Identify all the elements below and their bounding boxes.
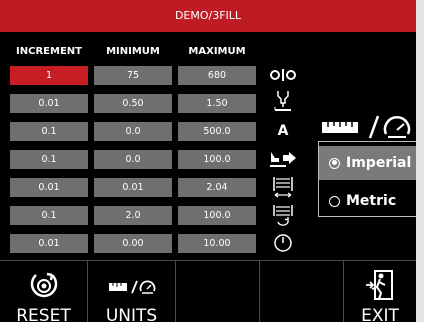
minimum-cell[interactable]: 75	[94, 66, 172, 85]
maximum-cell[interactable]: 100.0	[178, 206, 256, 225]
page-title: DEMO/3FILL	[174, 9, 242, 22]
maximum-cell[interactable]: 500.0	[178, 122, 256, 141]
increment-cell[interactable]: 1	[10, 66, 88, 85]
increment-cell[interactable]: 0.1	[10, 122, 88, 141]
torch-height-icon	[266, 90, 300, 112]
minimum-column-header: MINIMUM	[106, 46, 160, 57]
reset-label: RESET	[16, 306, 71, 322]
unit-selector: Imperial Metric	[318, 141, 416, 217]
exit-door-icon	[344, 269, 416, 301]
maximum-cell[interactable]: 10.00	[178, 234, 256, 253]
reset-icon	[0, 269, 87, 299]
metric-label: Metric	[346, 193, 397, 209]
maximum-column-header: MAXIMUM	[188, 46, 246, 57]
ruler-gauge-icon	[88, 279, 175, 295]
units-button[interactable]: UNITS	[88, 261, 176, 322]
increment-column-header: INCREMENT	[16, 46, 82, 57]
travel-speed-icon	[266, 148, 300, 170]
maximum-cell[interactable]: 100.0	[178, 150, 256, 169]
increment-cell[interactable]: 0.01	[10, 178, 88, 197]
increment-cell[interactable]: 0.01	[10, 94, 88, 113]
minimum-cell[interactable]: 0.00	[94, 234, 172, 253]
current-amps-icon: A	[277, 123, 289, 139]
minimum-cell[interactable]: 2.0	[94, 206, 172, 225]
bottom-bar: RESET UNITS EXIT	[0, 260, 416, 322]
minimum-cell[interactable]: 0.0	[94, 150, 172, 169]
weave-frequency-icon	[266, 204, 300, 226]
exit-label: EXIT	[361, 306, 399, 322]
exit-button[interactable]: EXIT	[344, 261, 416, 322]
minimum-cell[interactable]: 0.0	[94, 122, 172, 141]
gap-icon	[266, 64, 300, 86]
empty-button	[260, 261, 344, 322]
increment-cell[interactable]: 0.01	[10, 234, 88, 253]
dwell-time-icon	[266, 232, 300, 254]
units-label: UNITS	[105, 306, 158, 322]
maximum-cell[interactable]: 680	[178, 66, 256, 85]
maximum-cell[interactable]: 1.50	[178, 94, 256, 113]
screen: DEMO/3FILL INCREMENT MINIMUM MAXIMUM 1 7…	[0, 0, 416, 322]
minimum-cell[interactable]: 0.01	[94, 178, 172, 197]
reset-button[interactable]: RESET	[0, 261, 88, 322]
increment-cell[interactable]: 0.1	[10, 206, 88, 225]
radio-selected-icon	[329, 157, 340, 169]
maximum-cell[interactable]: 2.04	[178, 178, 256, 197]
increment-cell[interactable]: 0.1	[10, 150, 88, 169]
empty-button	[176, 261, 260, 322]
imperial-label: Imperial	[346, 155, 412, 171]
radio-unselected-icon	[329, 195, 340, 207]
metric-radio[interactable]: Metric	[319, 184, 416, 218]
minimum-cell[interactable]: 0.50	[94, 94, 172, 113]
weave-width-icon	[266, 176, 300, 198]
title-bar: DEMO/3FILL	[0, 0, 416, 32]
imperial-radio[interactable]: Imperial	[319, 146, 416, 180]
